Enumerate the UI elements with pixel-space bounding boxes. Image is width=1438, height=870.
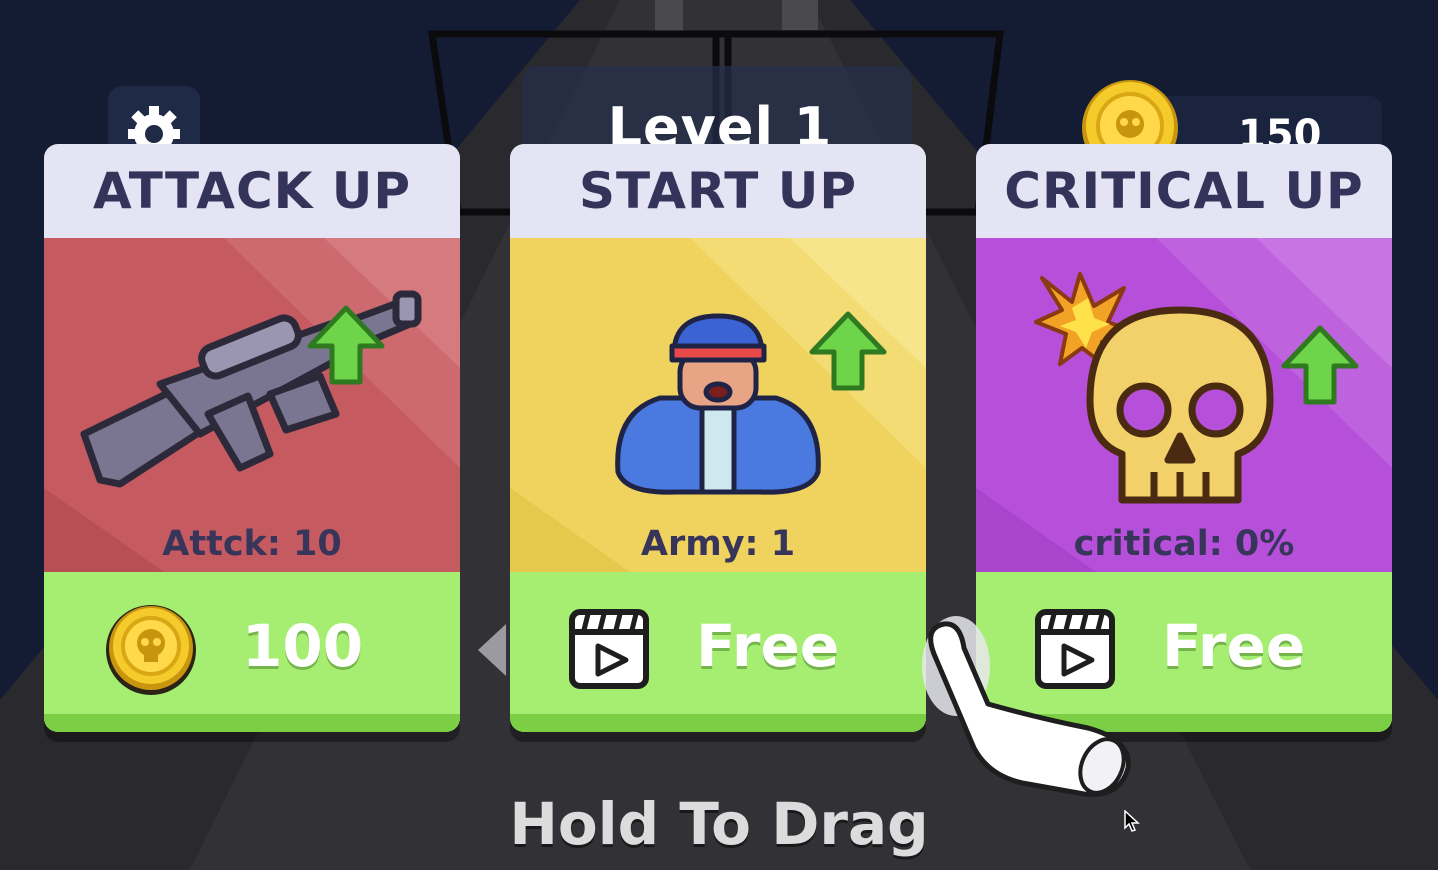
price-label: Free bbox=[1162, 612, 1306, 680]
card-stat: critical: 0% bbox=[1073, 524, 1295, 564]
arrow-up-icon bbox=[1281, 325, 1359, 405]
soldier-icon bbox=[615, 313, 821, 495]
upgrade-card-attack[interactable]: ATTACK UP Attck: 10 100 bbox=[44, 144, 460, 732]
video-ad-icon bbox=[569, 609, 649, 689]
hold-to-drag-hint: Hold To Drag bbox=[509, 790, 929, 858]
price-label: Free bbox=[696, 612, 840, 680]
arrow-up-icon bbox=[307, 305, 385, 385]
card-stat: Army: 1 bbox=[640, 524, 796, 564]
price-button[interactable]: 100 bbox=[44, 572, 460, 732]
price-label: 100 bbox=[242, 612, 364, 680]
arrow-up-icon bbox=[809, 311, 887, 391]
card-title: CRITICAL UP bbox=[1004, 162, 1364, 220]
skull-icon bbox=[1086, 306, 1274, 504]
watch-ad-button[interactable]: Free bbox=[510, 572, 926, 732]
card-header: START UP bbox=[510, 144, 926, 238]
card-header: CRITICAL UP bbox=[976, 144, 1392, 238]
game-scene: Level 1 150 ATTACK UP Attck: 10 100 STAR… bbox=[0, 0, 1438, 870]
card-title: ATTACK UP bbox=[92, 162, 412, 220]
card-title: START UP bbox=[579, 162, 857, 220]
skull-coin-icon bbox=[106, 605, 196, 695]
card-header: ATTACK UP bbox=[44, 144, 460, 238]
hand-pointer-icon bbox=[922, 616, 1131, 797]
card-stat: Attck: 10 bbox=[162, 524, 342, 564]
upgrade-card-start[interactable]: START UP Army: 1 Free bbox=[510, 144, 926, 732]
